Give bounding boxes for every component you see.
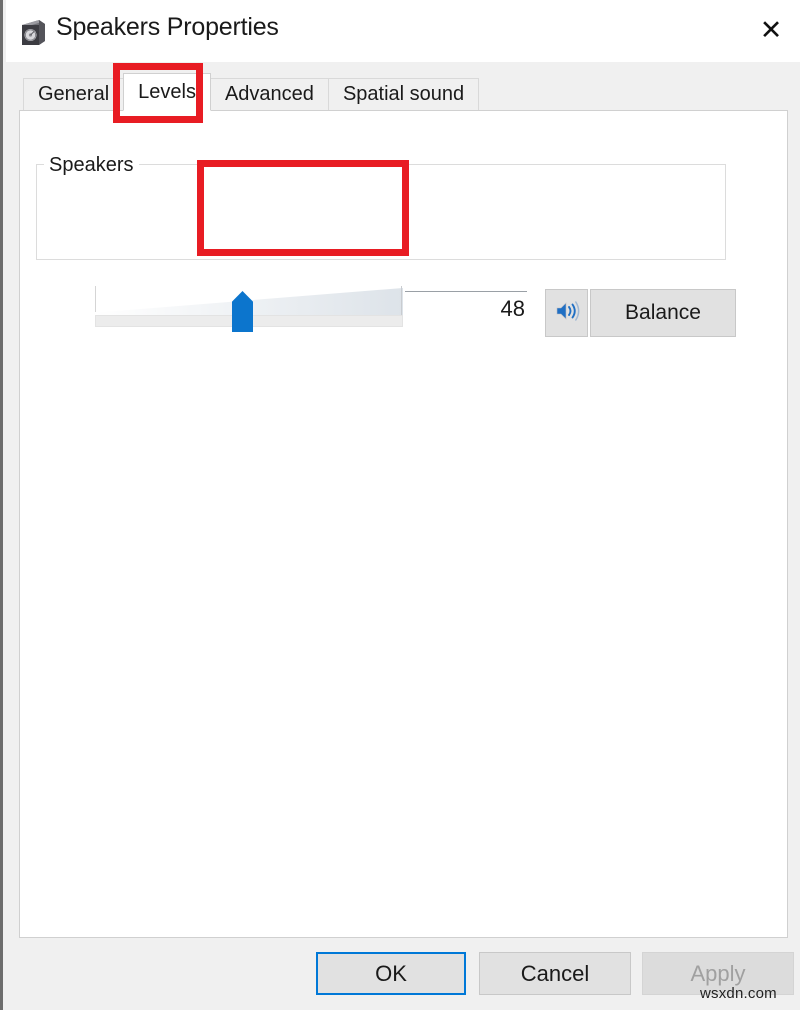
close-button[interactable]: ✕ <box>741 8 800 52</box>
tab-levels[interactable]: Levels <box>123 73 211 111</box>
cancel-button[interactable]: Cancel <box>479 952 631 995</box>
tab-strip: General Levels Advanced Spatial sound <box>6 62 800 111</box>
levels-tab-panel: Speakers 48 Balance <box>19 110 788 938</box>
volume-slider[interactable] <box>95 286 405 332</box>
tab-advanced[interactable]: Advanced <box>209 78 329 110</box>
volume-value: 48 <box>500 296 525 321</box>
slider-thumb[interactable] <box>232 291 253 332</box>
speaker-volume-icon <box>554 299 580 328</box>
tab-spatial-sound-label: Spatial sound <box>342 83 465 105</box>
slider-tick-left <box>95 286 96 312</box>
tabs-row: General Levels Advanced Spatial sound <box>23 73 480 111</box>
balance-button[interactable]: Balance <box>590 289 736 337</box>
speaker-box-icon <box>18 17 48 47</box>
volume-value-underline <box>405 291 527 292</box>
speakers-group-label: Speakers <box>44 154 139 177</box>
window-title: Speakers Properties <box>56 13 279 41</box>
ok-button-label: OK <box>375 960 407 986</box>
dialog-footer: OK Cancel Apply <box>6 938 800 1010</box>
tab-general[interactable]: General <box>23 78 125 110</box>
title-bar: Speakers Properties ✕ <box>6 0 800 62</box>
watermark-text: wsxdn.com <box>700 985 777 1002</box>
mute-toggle-button[interactable] <box>545 289 588 337</box>
ok-button[interactable]: OK <box>316 952 466 995</box>
speakers-properties-window: Speakers Properties ✕ General Levels Adv… <box>0 0 800 1010</box>
balance-button-label: Balance <box>625 301 701 324</box>
tab-advanced-label: Advanced <box>224 83 314 105</box>
close-icon: ✕ <box>759 14 783 46</box>
speakers-group-box <box>36 164 726 260</box>
cancel-button-label: Cancel <box>520 960 590 986</box>
tab-levels-label: Levels <box>138 80 196 103</box>
tab-general-label: General <box>38 83 110 105</box>
slider-tick-right <box>401 286 402 316</box>
tab-spatial-sound[interactable]: Spatial sound <box>327 78 480 110</box>
apply-button-label: Apply <box>690 960 746 986</box>
